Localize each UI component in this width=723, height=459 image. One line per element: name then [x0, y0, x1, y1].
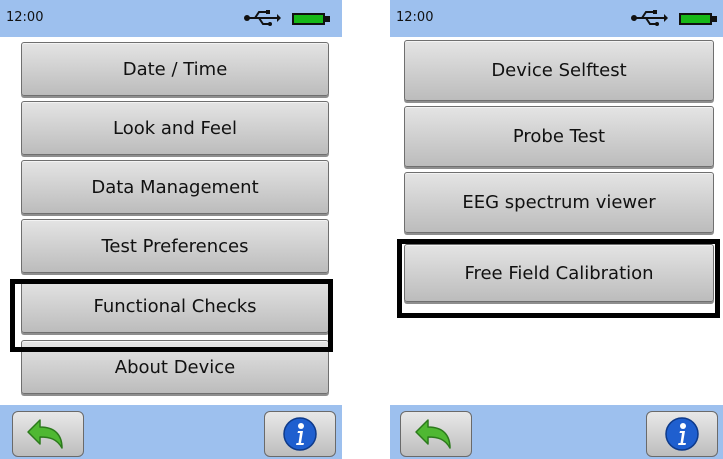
- battery-icon: [292, 13, 330, 25]
- back-button[interactable]: [400, 411, 472, 457]
- info-icon: [665, 417, 699, 451]
- battery-icon: [679, 13, 717, 25]
- menu-item-test-preferences[interactable]: Test Preferences: [21, 219, 329, 273]
- status-bar: 12:00: [0, 0, 342, 37]
- bottom-toolbar: [0, 405, 342, 459]
- menu-item-data-management[interactable]: Data Management: [21, 160, 329, 214]
- menu-item-about-device[interactable]: About Device: [21, 340, 329, 394]
- menu-item-free-field-calibration[interactable]: Free Field Calibration: [404, 244, 714, 302]
- usb-icon: [244, 10, 281, 26]
- info-icon: [283, 417, 317, 451]
- menu-item-probe-test[interactable]: Probe Test: [404, 106, 714, 167]
- menu-item-look-and-feel[interactable]: Look and Feel: [21, 101, 329, 155]
- usb-icon: [631, 10, 668, 26]
- info-button[interactable]: [264, 411, 336, 457]
- menu-item-eeg-spectrum-viewer[interactable]: EEG spectrum viewer: [404, 172, 714, 233]
- back-button[interactable]: [12, 411, 84, 457]
- bottom-toolbar: [390, 405, 723, 459]
- device-screen-functional-checks: 12:00 Device Selftest Probe Test EEG spe…: [390, 0, 723, 459]
- menu-item-functional-checks[interactable]: Functional Checks: [21, 279, 329, 333]
- back-arrow-icon: [27, 419, 63, 449]
- status-bar: 12:00: [390, 0, 723, 37]
- clock-time: 12:00: [6, 10, 44, 25]
- back-arrow-icon: [415, 419, 451, 449]
- info-button[interactable]: [646, 411, 718, 457]
- menu-item-device-selftest[interactable]: Device Selftest: [404, 40, 714, 101]
- clock-time: 12:00: [396, 10, 434, 25]
- menu-item-date-time[interactable]: Date / Time: [21, 42, 329, 96]
- device-screen-settings: 12:00 Date / Time Look and Feel Data Man…: [0, 0, 342, 459]
